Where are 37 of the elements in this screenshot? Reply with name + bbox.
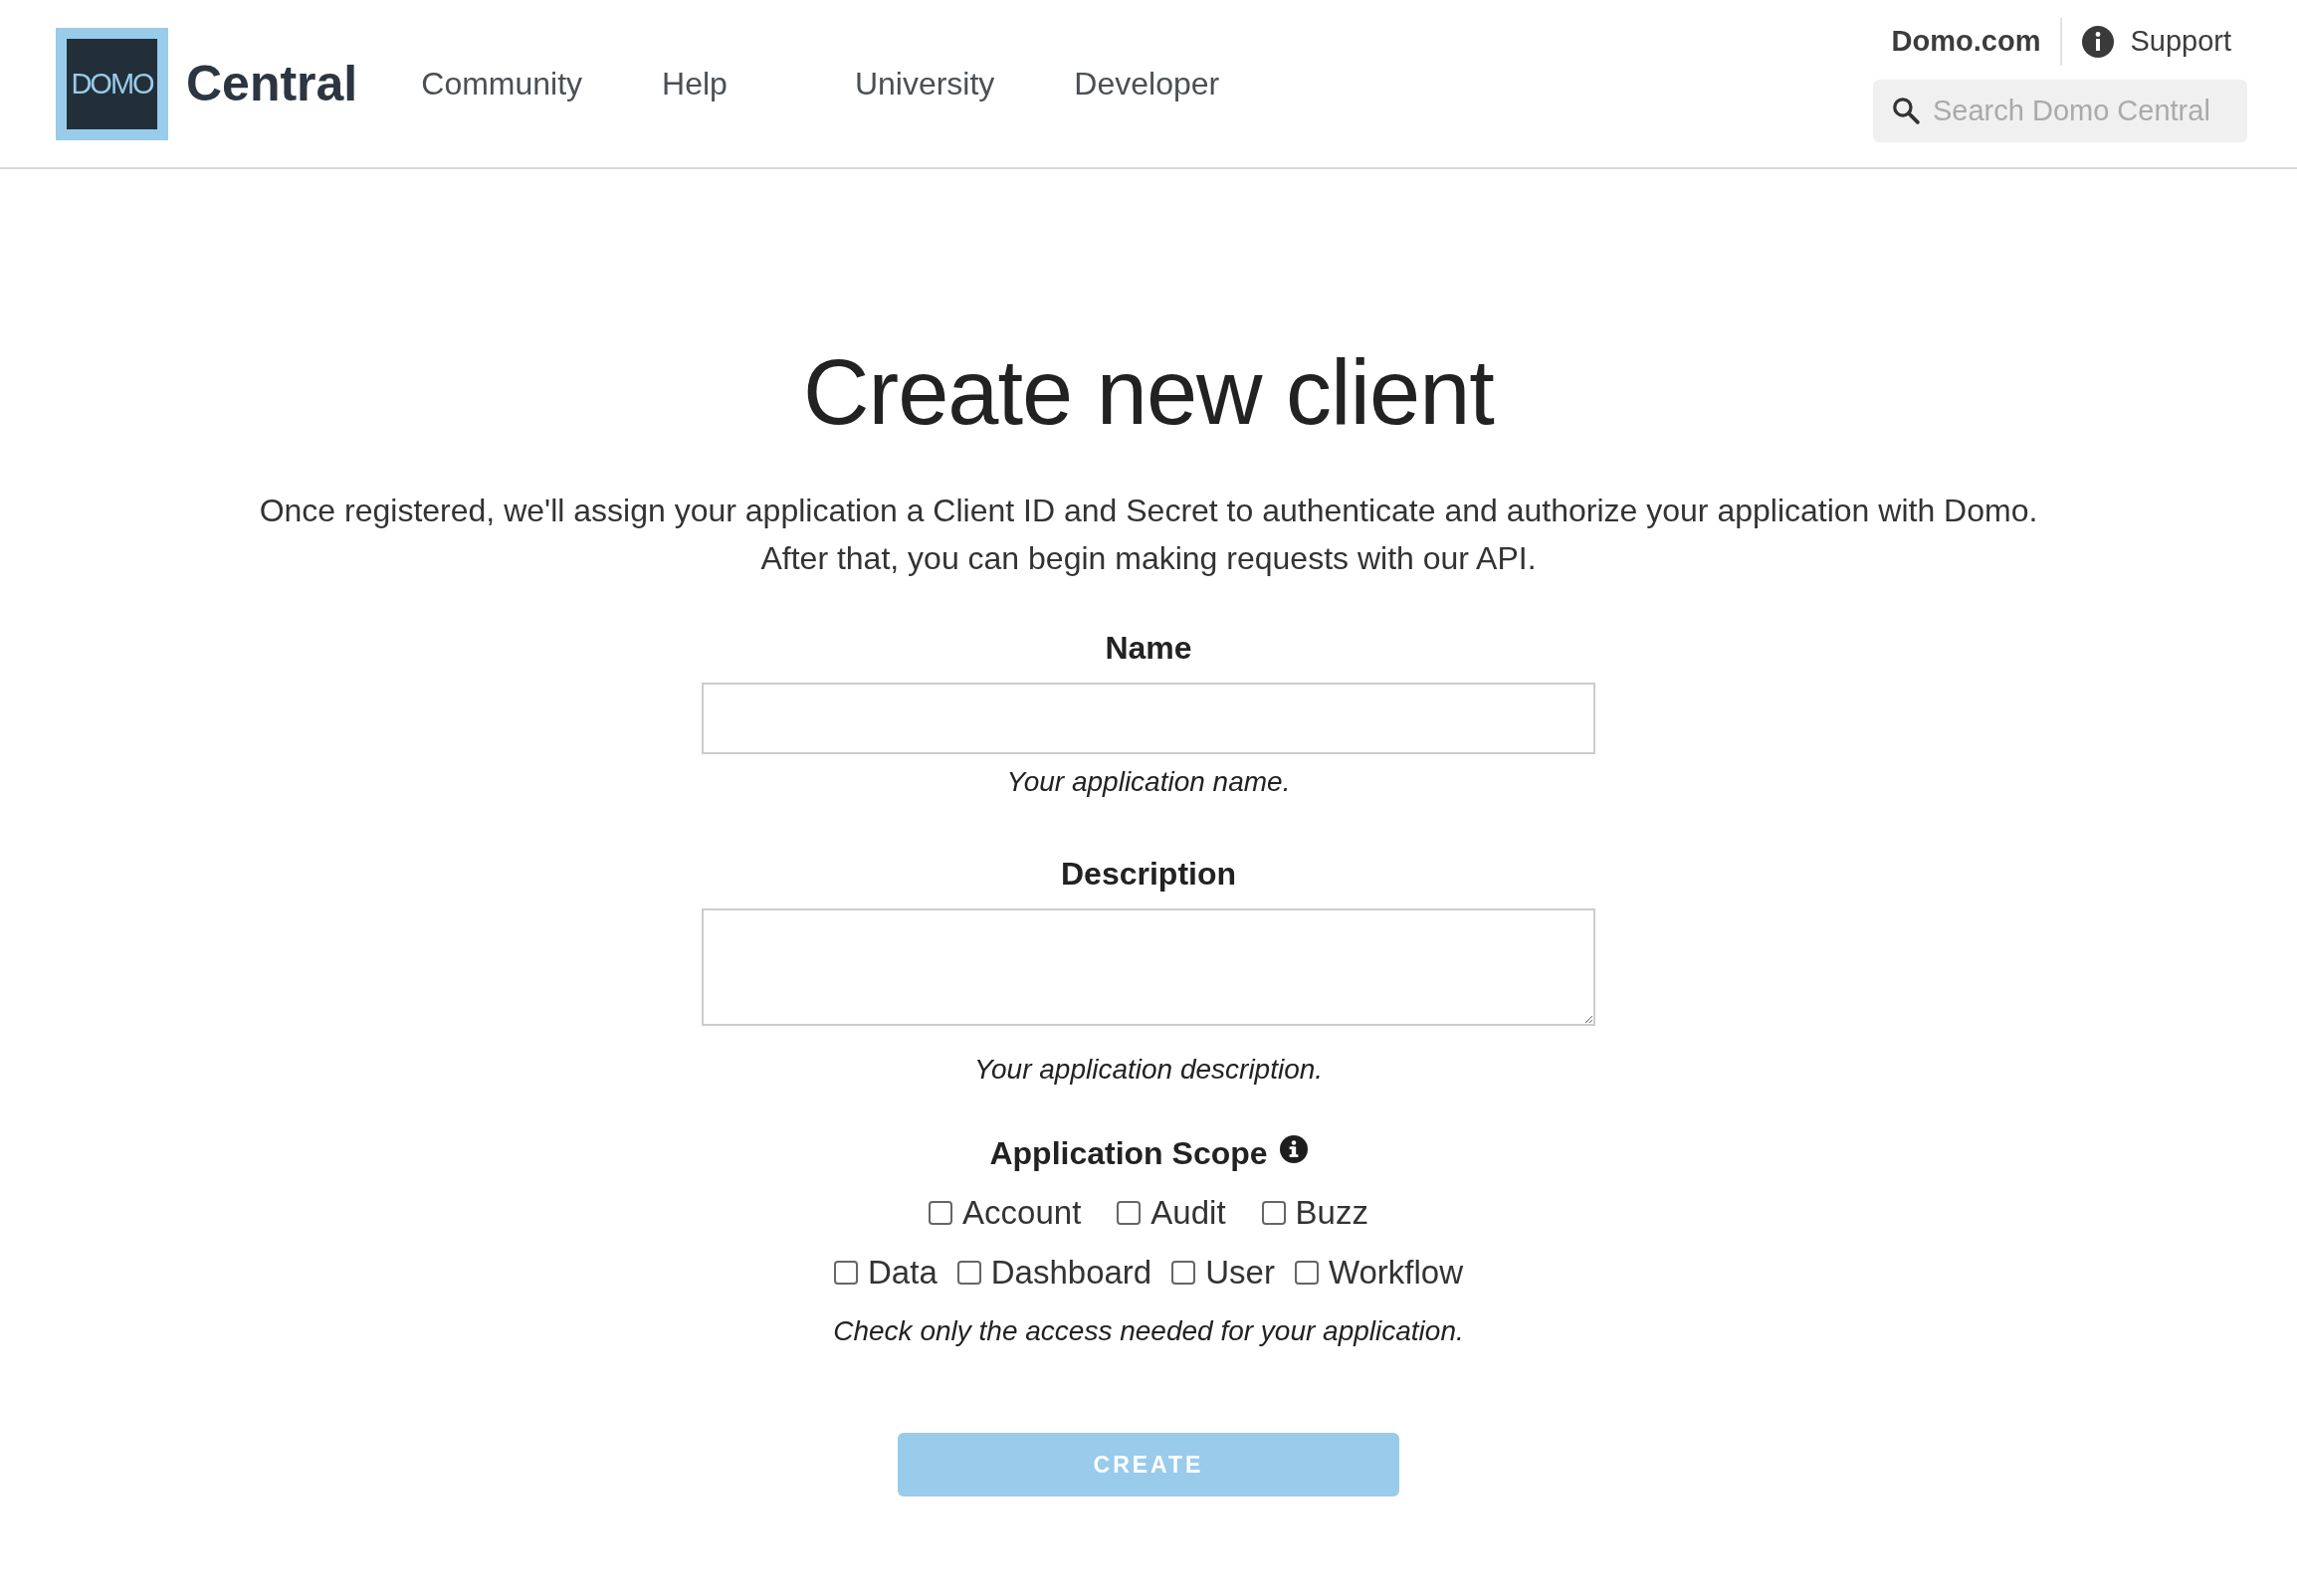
support-link[interactable]: Support — [2130, 25, 2231, 58]
nav-link[interactable]: Community — [421, 65, 583, 102]
checkbox-label[interactable]: Workflow — [1328, 1254, 1463, 1292]
field-hint: Your application description. — [973, 1054, 1324, 1086]
brand-name[interactable]: Central — [186, 55, 358, 112]
page-title: Create new client — [803, 340, 1494, 445]
field-hint: Your application name. — [1006, 766, 1291, 798]
scope-hint: Check only the access needed for your application. — [833, 1315, 1464, 1347]
info-icon[interactable] — [1279, 1134, 1308, 1163]
site-link[interactable]: Domo.com — [1891, 25, 2041, 58]
info-icon — [2082, 25, 2115, 58]
checkbox[interactable] — [1171, 1261, 1196, 1285]
nav-link[interactable]: Help — [662, 65, 728, 102]
checkbox[interactable] — [1117, 1201, 1142, 1225]
field-label: Name — [1105, 630, 1192, 667]
scope-label: Application Scope — [989, 1135, 1268, 1172]
name-field[interactable] — [702, 683, 1595, 754]
checkbox[interactable] — [929, 1201, 953, 1225]
checkbox-label[interactable]: User — [1205, 1254, 1275, 1292]
checkbox-label[interactable]: Data — [868, 1254, 938, 1292]
intro-text: Once registered, we'll assign your application a Client ID and Secret to authenticate and authorize your application with Domo. — [259, 492, 2038, 530]
checkbox[interactable] — [956, 1261, 981, 1285]
nav-link[interactable]: University — [854, 65, 995, 102]
logo-icon[interactable]: DOMO — [56, 27, 168, 140]
nav-link[interactable]: Developer — [1074, 65, 1220, 102]
checkbox[interactable] — [834, 1261, 859, 1285]
checkbox-label[interactable]: Account — [962, 1194, 1082, 1232]
description-field[interactable] — [702, 908, 1595, 1026]
checkbox[interactable] — [1294, 1261, 1319, 1285]
intro-text: After that, you can begin making requests with our API. — [760, 539, 1537, 578]
checkbox-label[interactable]: Buzz — [1295, 1194, 1368, 1232]
search-field[interactable]: Search Domo Central — [1873, 79, 2247, 142]
checkbox-label[interactable]: Audit — [1150, 1194, 1226, 1232]
checkbox-label[interactable]: Dashboard — [990, 1254, 1152, 1292]
search-icon — [1891, 95, 1921, 125]
field-label: Description — [1061, 856, 1236, 893]
checkbox[interactable] — [1261, 1201, 1286, 1225]
